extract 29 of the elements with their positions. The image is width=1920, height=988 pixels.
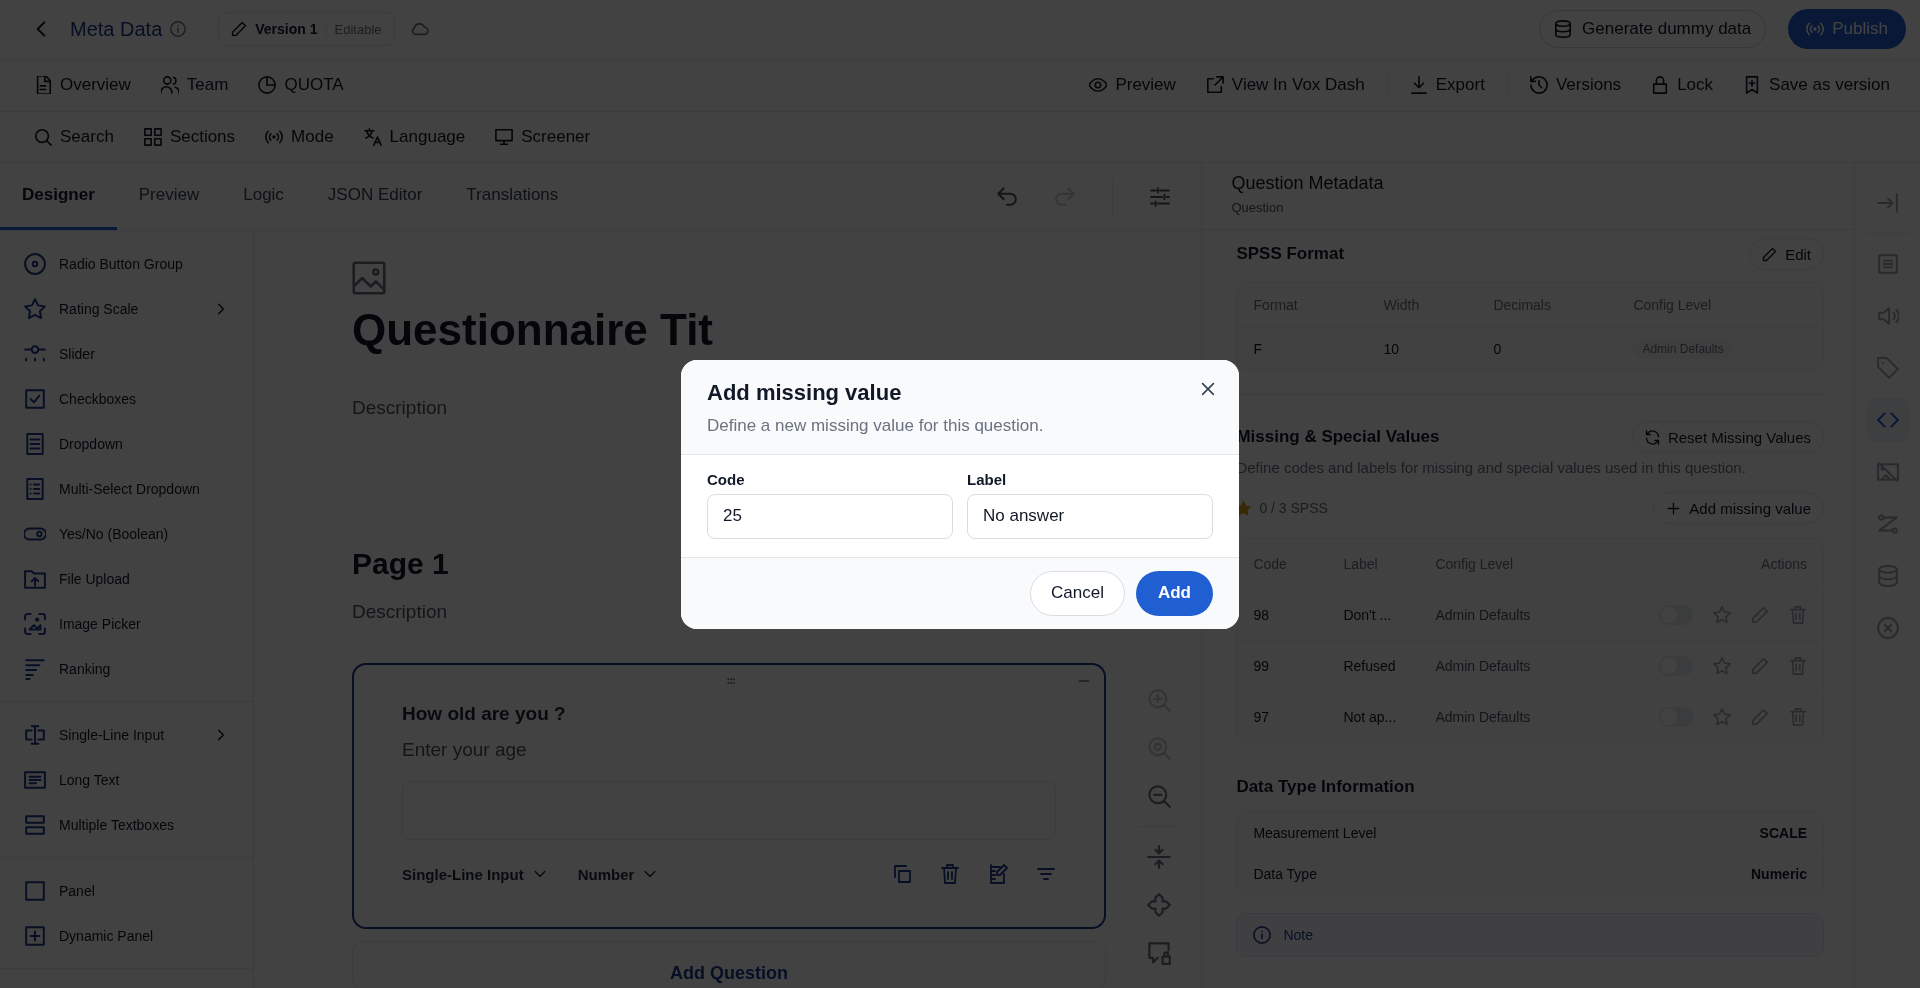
field-label: Label xyxy=(967,470,1008,488)
version-label: Version 1 xyxy=(255,21,318,38)
input-field[interactable]: 25 xyxy=(707,493,953,539)
table-cell-text: 0 xyxy=(1493,340,1503,357)
table-cell-text: Refused xyxy=(1343,658,1397,674)
table-cell-text: Not ap... xyxy=(1343,709,1398,725)
row-label: Measurement Level xyxy=(1253,824,1378,841)
section-title: Data Type Information xyxy=(1236,777,1416,797)
add-question-button[interactable]: Add Question xyxy=(670,956,788,988)
dialog-title: Add missing value xyxy=(707,379,903,406)
table-cell-text: Don't ... xyxy=(1343,607,1393,623)
project-title: Meta Data xyxy=(70,17,163,41)
panel-title: Question Metadata xyxy=(1231,173,1385,194)
section-title: Missing & Special Values xyxy=(1236,427,1440,447)
table-cell-text: 98 xyxy=(1253,607,1270,623)
row-label: Data Type xyxy=(1253,866,1318,882)
row-value: SCALE xyxy=(1759,824,1808,841)
dialog-description: Define a new missing value for this question. xyxy=(707,415,1045,436)
cancel-button[interactable]: Cancel xyxy=(1030,570,1125,616)
add-button[interactable]: Add xyxy=(1135,570,1213,616)
table-cell-text: 10 xyxy=(1383,340,1400,357)
input-field[interactable]: No answer xyxy=(967,493,1213,539)
table-cell-text: 99 xyxy=(1253,658,1270,674)
row-value: Numeric xyxy=(1751,866,1808,882)
table-cell-text: 97 xyxy=(1253,709,1270,725)
field-label: Code xyxy=(707,470,746,488)
note-label: Note xyxy=(1283,927,1313,943)
table-cell-text: F xyxy=(1253,340,1263,357)
section-title: SPSS Format xyxy=(1236,244,1345,264)
